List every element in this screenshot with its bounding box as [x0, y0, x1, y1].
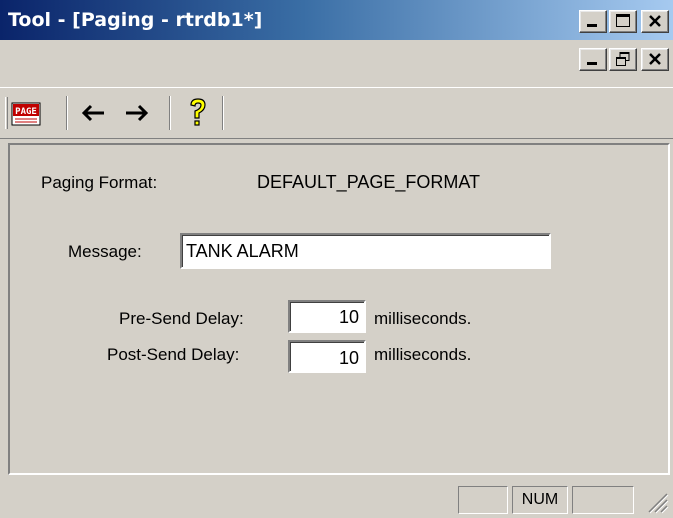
message-label: Message:	[68, 242, 142, 261]
minimize-button[interactable]	[579, 10, 607, 33]
post-send-delay-input[interactable]: 10	[288, 340, 366, 373]
status-pane-scroll	[572, 486, 634, 514]
minimize-icon	[587, 24, 597, 27]
arrow-left-icon	[81, 104, 104, 122]
svg-text:PAGE: PAGE	[15, 107, 37, 117]
minimize-icon	[587, 62, 597, 65]
message-input-text: TANK ALARM	[186, 241, 299, 261]
page-icon: PAGE	[11, 102, 41, 126]
window-title: Tool - [Paging - rtrdb1*]	[8, 9, 263, 31]
toolbar-separator	[66, 96, 68, 130]
title-bar[interactable]: Tool - [Paging - rtrdb1*]	[0, 0, 673, 40]
child-close-button[interactable]	[641, 48, 669, 71]
paging-format-value: DEFAULT_PAGE_FORMAT	[257, 172, 481, 192]
child-minimize-button[interactable]	[579, 48, 607, 71]
paging-form-panel: Paging Format: DEFAULT_PAGE_FORMAT Messa…	[8, 143, 670, 475]
toolbar: PAGE	[0, 87, 673, 139]
post-send-delay-unit: milliseconds.	[374, 345, 472, 364]
resize-grip-icon[interactable]	[645, 490, 669, 514]
post-send-delay-value: 10	[338, 348, 359, 368]
message-input[interactable]: TANK ALARM	[180, 233, 551, 269]
help-button[interactable]	[180, 95, 216, 131]
toolbar-grip[interactable]	[5, 97, 8, 129]
toolbar-separator	[169, 96, 171, 130]
close-icon	[649, 15, 661, 27]
pre-send-delay-value: 10	[338, 307, 359, 327]
page-button[interactable]: PAGE	[10, 95, 46, 131]
maximize-icon	[616, 14, 630, 27]
arrow-right-icon	[126, 104, 149, 122]
help-icon	[190, 98, 206, 126]
status-bar: NUM	[0, 480, 673, 518]
close-button[interactable]	[641, 10, 669, 33]
back-button[interactable]	[76, 95, 112, 131]
post-send-delay-label: Post-Send Delay:	[107, 345, 240, 364]
status-pane-empty	[458, 486, 508, 514]
close-icon	[649, 53, 661, 65]
pre-send-delay-unit: milliseconds.	[374, 309, 472, 328]
restore-icon	[616, 52, 630, 66]
toolbar-separator	[222, 96, 224, 130]
paging-format-label: Paging Format:	[41, 173, 158, 192]
child-restore-button[interactable]	[609, 48, 637, 71]
pre-send-delay-label: Pre-Send Delay:	[119, 309, 244, 328]
maximize-button[interactable]	[609, 10, 637, 33]
pre-send-delay-input[interactable]: 10	[288, 300, 366, 333]
forward-button[interactable]	[120, 95, 156, 131]
menu-bar	[0, 40, 673, 80]
num-lock-indicator: NUM	[512, 486, 568, 514]
